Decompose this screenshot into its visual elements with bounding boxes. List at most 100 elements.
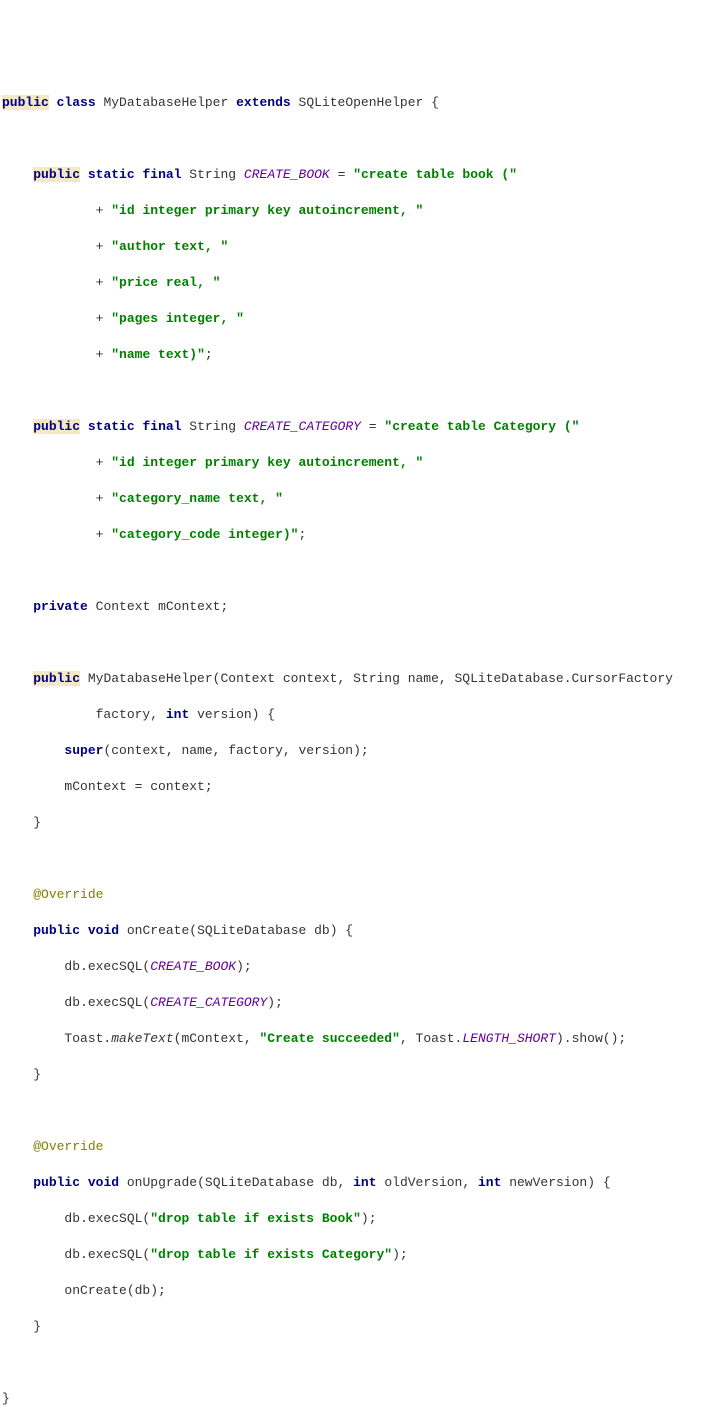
constructor-sig: MyDatabaseHelper(Context context, String… <box>88 671 673 686</box>
keyword-extends: extends <box>236 95 291 110</box>
blank-line <box>2 634 699 652</box>
constructor-sig: factory, <box>96 707 158 722</box>
method-sig: onCreate(SQLiteDatabase db) { <box>127 923 353 938</box>
call-post: ).show(); <box>556 1031 626 1046</box>
call-post: ); <box>267 995 283 1010</box>
constant-name: CREATE_CATEGORY <box>244 419 361 434</box>
brace: } <box>33 1067 41 1082</box>
equals: = <box>369 419 377 434</box>
code-line: @Override <box>2 1138 699 1156</box>
keyword-class: class <box>57 95 96 110</box>
method-sig: onUpgrade(SQLiteDatabase db, <box>127 1175 345 1190</box>
parent-class: SQLiteOpenHelper <box>299 95 424 110</box>
code-line: db.execSQL(CREATE_BOOK); <box>2 958 699 976</box>
code-line: public static final String CREATE_CATEGO… <box>2 418 699 436</box>
call-post: ); <box>392 1247 408 1262</box>
keyword-public: public <box>33 923 80 938</box>
code-line: public class MyDatabaseHelper extends SQ… <box>2 94 699 112</box>
call-pre: db.execSQL( <box>64 1211 150 1226</box>
brace: } <box>2 1391 10 1406</box>
constant-name: CREATE_BOOK <box>244 167 330 182</box>
call-open: (mContext, <box>174 1031 260 1046</box>
keyword-int: int <box>353 1175 376 1190</box>
string-literal: "id integer primary key autoincrement, " <box>111 455 423 470</box>
keyword-int: int <box>166 707 189 722</box>
code-line: + "category_code integer)"; <box>2 526 699 544</box>
string-literal: "create table Category (" <box>384 419 579 434</box>
blank-line <box>2 562 699 580</box>
call-post: ); <box>361 1211 377 1226</box>
keyword-void: void <box>88 1175 119 1190</box>
string-literal: "category_name text, " <box>111 491 283 506</box>
plus-op: + <box>96 491 104 506</box>
code-line: + "name text)"; <box>2 346 699 364</box>
plus-op: + <box>96 527 104 542</box>
keyword-public: public <box>33 167 80 182</box>
code-line: private Context mContext; <box>2 598 699 616</box>
code-line: db.execSQL("drop table if exists Book"); <box>2 1210 699 1228</box>
call-pre: db.execSQL( <box>64 995 150 1010</box>
code-line: + "pages integer, " <box>2 310 699 328</box>
string-literal: "id integer primary key autoincrement, " <box>111 203 423 218</box>
semicolon: ; <box>298 527 306 542</box>
field-name: mContext; <box>158 599 228 614</box>
keyword-static: static <box>88 167 135 182</box>
method-call: onCreate(db); <box>64 1283 165 1298</box>
code-line: public void onUpgrade(SQLiteDatabase db,… <box>2 1174 699 1192</box>
code-line: + "price real, " <box>2 274 699 292</box>
code-line: } <box>2 1318 699 1336</box>
keyword-final: final <box>142 167 181 182</box>
plus-op: + <box>96 239 104 254</box>
static-method: makeText <box>111 1031 173 1046</box>
code-line: + "id integer primary key autoincrement,… <box>2 454 699 472</box>
call-pre: Toast. <box>64 1031 111 1046</box>
annotation-override: @Override <box>33 887 103 902</box>
annotation-override: @Override <box>33 1139 103 1154</box>
string-literal: "author text, " <box>111 239 228 254</box>
string-literal: "category_code integer)" <box>111 527 298 542</box>
code-line: + "author text, " <box>2 238 699 256</box>
constructor-rest: version) { <box>197 707 275 722</box>
plus-op: + <box>96 347 104 362</box>
code-line: + "category_name text, " <box>2 490 699 508</box>
semicolon: ; <box>205 347 213 362</box>
blank-line <box>2 850 699 868</box>
param: newVersion) { <box>509 1175 610 1190</box>
static-field: LENGTH_SHORT <box>462 1031 556 1046</box>
param: oldVersion, <box>384 1175 470 1190</box>
code-line: } <box>2 814 699 832</box>
keyword-public: public <box>33 671 80 686</box>
call-pre: db.execSQL( <box>64 959 150 974</box>
code-block: public class MyDatabaseHelper extends SQ… <box>2 76 699 1422</box>
assignment: mContext = context; <box>64 779 212 794</box>
string-literal: "create table book (" <box>353 167 517 182</box>
keyword-public: public <box>33 1175 80 1190</box>
code-line: Toast.makeText(mContext, "Create succeed… <box>2 1030 699 1048</box>
string-literal: "pages integer, " <box>111 311 244 326</box>
blank-line <box>2 1354 699 1372</box>
code-line: db.execSQL("drop table if exists Categor… <box>2 1246 699 1264</box>
code-line: } <box>2 1066 699 1084</box>
plus-op: + <box>96 455 104 470</box>
code-line: public MyDatabaseHelper(Context context,… <box>2 670 699 688</box>
super-args: (context, name, factory, version); <box>103 743 368 758</box>
brace: } <box>33 1319 41 1334</box>
code-line: db.execSQL(CREATE_CATEGORY); <box>2 994 699 1012</box>
constant-ref: CREATE_BOOK <box>150 959 236 974</box>
keyword-void: void <box>88 923 119 938</box>
keyword-public: public <box>2 95 49 110</box>
code-line: } <box>2 1390 699 1408</box>
keyword-final: final <box>142 419 181 434</box>
plus-op: + <box>96 275 104 290</box>
string-literal: "name text)" <box>111 347 205 362</box>
brace: { <box>431 95 439 110</box>
type: String <box>189 167 236 182</box>
blank-line <box>2 1102 699 1120</box>
call-mid: , Toast. <box>400 1031 462 1046</box>
type: String <box>189 419 236 434</box>
keyword-static: static <box>88 419 135 434</box>
type: Context <box>96 599 151 614</box>
plus-op: + <box>96 311 104 326</box>
keyword-private: private <box>33 599 88 614</box>
brace: } <box>33 815 41 830</box>
